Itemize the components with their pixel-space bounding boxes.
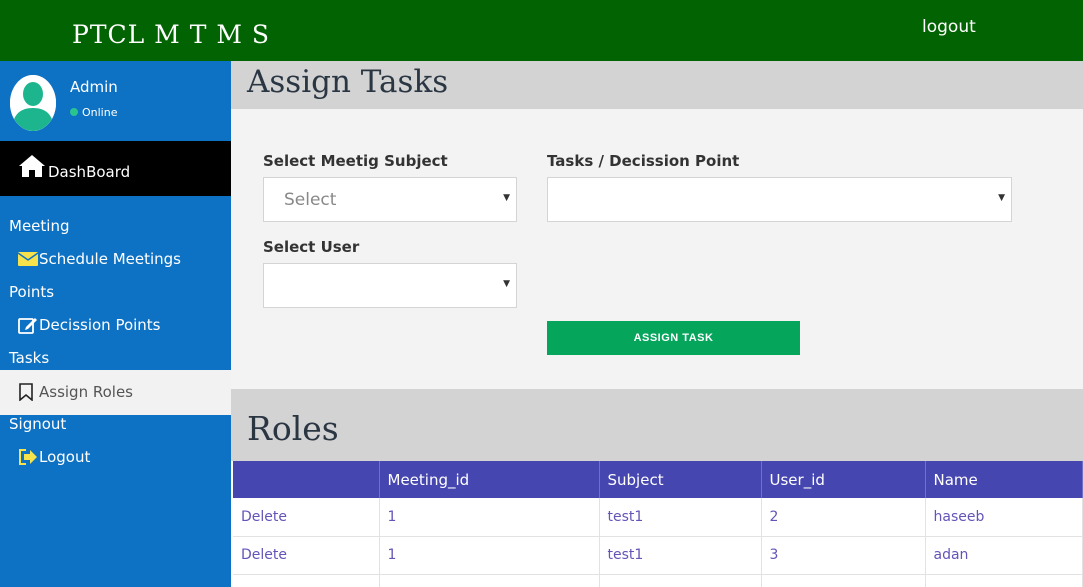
cell-name: adan <box>925 536 1083 575</box>
edit-icon <box>18 316 38 338</box>
cell-subject: test1 <box>599 536 762 575</box>
avatar <box>10 75 56 131</box>
sign-out-icon <box>18 448 38 470</box>
cell-meeting-id: 1 <box>379 536 600 575</box>
cell-user-id: 2 <box>761 498 926 537</box>
sidebar-item-decission-points[interactable]: Decission Points <box>0 310 231 342</box>
status-dot-icon <box>70 108 78 116</box>
user-avatar-icon <box>10 75 56 131</box>
cell-meeting-id: 1 <box>379 498 600 537</box>
page-title: Assign Tasks <box>247 64 449 100</box>
select-value: Select <box>284 190 337 210</box>
user-name: Admin <box>70 78 118 96</box>
sidebar-item-logout[interactable]: Logout <box>0 442 231 474</box>
section-title-points: Points <box>9 283 55 301</box>
chevron-down-icon: ▼ <box>503 279 510 289</box>
roles-table: Meeting_id Subject User_id Name Delete 1… <box>233 461 1083 587</box>
sidebar-item-label: Decission Points <box>39 316 161 334</box>
delete-link[interactable]: Delete <box>233 536 380 575</box>
chevron-down-icon: ▼ <box>998 193 1005 203</box>
sidebar-item-assign-roles[interactable]: Assign Roles <box>0 370 231 415</box>
status-text: Online <box>82 106 118 119</box>
sidebar-item-label: Schedule Meetings <box>39 250 181 268</box>
sidebar-item-label: Assign Roles <box>39 383 133 401</box>
sidebar-item-schedule-meetings[interactable]: Schedule Meetings <box>0 244 231 276</box>
tasks-label: Tasks / Decission Point <box>547 152 740 170</box>
chevron-down-icon: ▼ <box>503 193 510 203</box>
user-panel: Admin Online <box>0 61 231 141</box>
sidebar-item-label: Logout <box>39 448 91 466</box>
table-header-row: Meeting_id Subject User_id Name <box>233 461 1083 498</box>
online-status: Online <box>70 106 117 119</box>
column-header: User_id <box>761 461 926 498</box>
user-select[interactable]: ▼ <box>263 263 517 308</box>
delete-link[interactable] <box>233 574 380 587</box>
cell-user-id <box>761 574 926 587</box>
sidebar-item-label: DashBoard <box>48 163 131 181</box>
table-row <box>233 574 1083 587</box>
user-label: Select User <box>263 238 360 256</box>
cell-meeting-id <box>379 574 600 587</box>
column-header: Meeting_id <box>379 461 600 498</box>
sidebar: Admin Online DashBoard Meeting Schedule … <box>0 61 231 587</box>
section-title-meeting: Meeting <box>9 217 70 235</box>
assign-tasks-header: Assign Tasks <box>231 61 1083 109</box>
assign-task-form: Select Meetig Subject Select ▼ Tasks / D… <box>231 109 1083 389</box>
sidebar-item-dashboard[interactable]: DashBoard <box>0 141 231 196</box>
meeting-subject-select[interactable]: Select ▼ <box>263 177 517 222</box>
envelope-icon <box>17 250 39 270</box>
cell-user-id: 3 <box>761 536 926 575</box>
subject-label: Select Meetig Subject <box>263 152 448 170</box>
column-header: Name <box>925 461 1083 498</box>
column-header: Subject <box>599 461 762 498</box>
cell-subject: test1 <box>599 498 762 537</box>
decision-point-select[interactable]: ▼ <box>547 177 1012 222</box>
home-icon <box>18 154 46 182</box>
cell-name: haseeb <box>925 498 1083 537</box>
table-row: Delete 1 test1 3 adan <box>233 536 1083 575</box>
roles-title: Roles <box>247 409 339 448</box>
cell-subject <box>599 574 762 587</box>
bookmark-icon <box>18 383 34 405</box>
logout-link[interactable]: logout <box>922 17 976 37</box>
assign-task-button[interactable]: ASSIGN TASK <box>547 321 800 355</box>
main-content: Assign Tasks Select Meetig Subject Selec… <box>231 61 1083 587</box>
table-row: Delete 1 test1 2 haseeb <box>233 498 1083 537</box>
delete-link[interactable]: Delete <box>233 498 380 537</box>
section-title-tasks: Tasks <box>9 349 50 367</box>
roles-header: Roles <box>231 389 1083 461</box>
section-title-signout: Signout <box>9 415 67 433</box>
app-brand: PTCL M T M S <box>72 20 271 49</box>
top-navbar: PTCL M T M S logout <box>0 0 1083 61</box>
cell-name <box>925 574 1083 587</box>
column-header <box>233 461 380 498</box>
